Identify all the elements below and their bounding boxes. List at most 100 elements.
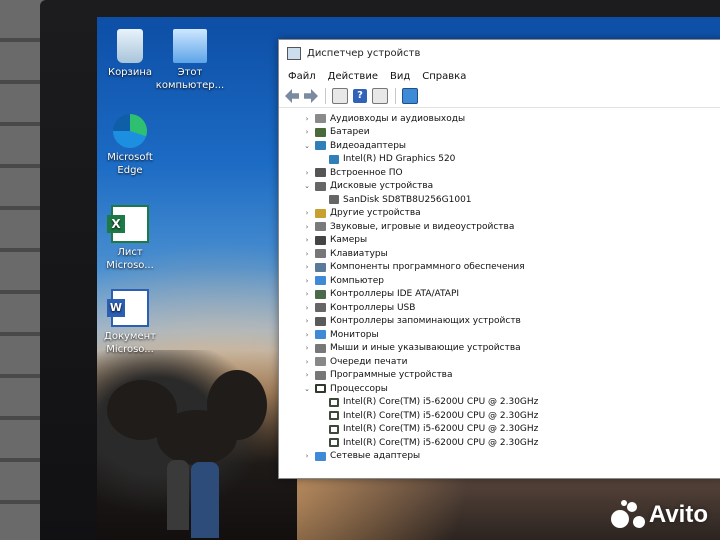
speaker-icon (315, 114, 326, 124)
menu-view[interactable]: Вид (390, 71, 410, 82)
desktop-icon-label: Лист (117, 247, 143, 258)
computer-icon (315, 276, 326, 286)
chevron-right-icon[interactable]: › (303, 290, 311, 298)
device-category[interactable]: › Мыши и иные указывающие устройства (279, 342, 720, 356)
device-label: Другие устройства (330, 208, 421, 219)
device-category[interactable]: › Батареи (279, 126, 720, 140)
menu-help[interactable]: Справка (422, 71, 466, 82)
desktop-icon-word-doc[interactable]: Документ Microso... (97, 289, 168, 356)
device-label: Клавиатуры (330, 248, 388, 259)
device-category[interactable]: › Другие устройства (279, 207, 720, 221)
chevron-right-icon[interactable]: › (303, 452, 311, 460)
mouse-icon (315, 343, 326, 353)
chevron-down-icon[interactable]: ⌄ (303, 142, 311, 150)
chevron-right-icon[interactable]: › (303, 223, 311, 231)
properties-icon[interactable] (332, 88, 348, 104)
chevron-right-icon[interactable]: › (303, 277, 311, 285)
device-label: Очереди печати (330, 356, 408, 367)
software-device-icon (315, 370, 326, 380)
device-label: SanDisk SD8TB8U256G1001 (343, 194, 472, 205)
device-item[interactable]: Intel(R) Core(TM) i5-6200U CPU @ 2.30GHz (279, 396, 720, 410)
device-category[interactable]: › Очереди печати (279, 355, 720, 369)
device-category[interactable]: › Клавиатуры (279, 247, 720, 261)
device-item[interactable]: Intel(R) Core(TM) i5-6200U CPU @ 2.30GHz (279, 436, 720, 450)
device-item[interactable]: Intel(R) Core(TM) i5-6200U CPU @ 2.30GHz (279, 409, 720, 423)
chevron-right-icon[interactable]: › (303, 344, 311, 352)
disk-icon (315, 181, 326, 191)
chevron-right-icon[interactable]: › (303, 304, 311, 312)
device-category[interactable]: › Звуковые, игровые и видеоустройства (279, 220, 720, 234)
network-adapter-icon (315, 451, 326, 461)
chevron-right-icon[interactable]: › (303, 209, 311, 217)
device-category[interactable]: ⌄ Процессоры (279, 382, 720, 396)
desktop-icon-edge[interactable]: Microsoft Edge (97, 114, 168, 177)
device-label: Компьютер (330, 275, 384, 286)
device-item[interactable]: SanDisk SD8TB8U256G1001 (279, 193, 720, 207)
device-category[interactable]: › Компьютер (279, 274, 720, 288)
device-label: Видеоадаптеры (330, 140, 407, 151)
device-manager-window[interactable]: Диспетчер устройств Файл Действие Вид Сп… (278, 39, 720, 479)
device-category[interactable]: › Контроллеры IDE ATA/ATAPI (279, 288, 720, 302)
device-label: Intel(R) Core(TM) i5-6200U CPU @ 2.30GHz (343, 410, 539, 421)
chevron-right-icon[interactable]: › (303, 128, 311, 136)
back-arrow-icon[interactable] (285, 89, 299, 103)
word-file-icon (107, 289, 149, 327)
device-category[interactable]: › Контроллеры USB (279, 301, 720, 315)
chevron-right-icon[interactable]: › (303, 317, 311, 325)
title-bar[interactable]: Диспетчер устройств (279, 40, 720, 67)
chevron-right-icon[interactable]: › (303, 169, 311, 177)
scan-monitor-icon[interactable] (402, 88, 418, 104)
chevron-right-icon[interactable]: › (303, 236, 311, 244)
device-category[interactable]: › Мониторы (279, 328, 720, 342)
chevron-right-icon[interactable]: › (303, 331, 311, 339)
device-label: Intel(R) Core(TM) i5-6200U CPU @ 2.30GHz (343, 424, 539, 435)
desktop-icon-label: Этот (177, 67, 203, 78)
window-title: Диспетчер устройств (307, 48, 421, 59)
software-component-icon (315, 262, 326, 272)
device-category[interactable]: › Компоненты программного обеспечения (279, 261, 720, 275)
storage-controller-icon (315, 316, 326, 326)
device-label: Камеры (330, 235, 368, 246)
chevron-right-icon[interactable]: › (303, 263, 311, 271)
device-category[interactable]: ⌄ Дисковые устройства (279, 180, 720, 194)
desktop-icon-label: Документ (104, 331, 156, 342)
device-category[interactable]: ⌄ Видеоадаптеры (279, 139, 720, 153)
camera-icon (315, 235, 326, 245)
usb-icon (315, 303, 326, 313)
excel-file-icon (107, 205, 149, 243)
device-label: Контроллеры IDE ATA/ATAPI (330, 289, 460, 300)
device-label: Звуковые, игровые и видеоустройства (330, 221, 515, 232)
chevron-down-icon[interactable]: ⌄ (303, 182, 311, 190)
processor-icon (329, 397, 339, 407)
device-category[interactable]: › Контроллеры запоминающих устройств (279, 315, 720, 329)
device-category[interactable]: › Сетевые адаптеры (279, 450, 720, 464)
processor-icon (315, 384, 326, 394)
device-label: Контроллеры запоминающих устройств (330, 316, 521, 327)
menu-bar: Файл Действие Вид Справка (279, 67, 720, 85)
chevron-right-icon[interactable]: › (303, 358, 311, 366)
help-icon[interactable]: ? (353, 89, 367, 103)
device-category[interactable]: › Программные устройства (279, 369, 720, 383)
forward-arrow-icon[interactable] (304, 89, 318, 103)
menu-file[interactable]: Файл (288, 71, 316, 82)
device-item[interactable]: Intel(R) HD Graphics 520 (279, 153, 720, 167)
edge-icon (113, 114, 147, 148)
desktop-icon-this-pc[interactable]: Этот компьютер... (152, 29, 228, 92)
toolbar: ? (279, 85, 720, 108)
disk-icon (329, 195, 339, 205)
chevron-right-icon[interactable]: › (303, 115, 311, 123)
chevron-right-icon[interactable]: › (303, 371, 311, 379)
desktop-icon-excel-sheet[interactable]: Лист Microso... (97, 205, 168, 272)
device-manager-icon (287, 47, 301, 60)
desktop-icon-label: Microso... (106, 260, 154, 271)
monitor-icon (315, 330, 326, 340)
device-category[interactable]: › Камеры (279, 234, 720, 248)
chevron-right-icon[interactable]: › (303, 250, 311, 258)
menu-action[interactable]: Действие (328, 71, 378, 82)
chevron-down-icon[interactable]: ⌄ (303, 385, 311, 393)
device-category[interactable]: › Аудиовходы и аудиовыходы (279, 112, 720, 126)
device-item[interactable]: Intel(R) Core(TM) i5-6200U CPU @ 2.30GHz (279, 423, 720, 437)
view-icon[interactable] (372, 88, 388, 104)
device-category[interactable]: › Встроенное ПО (279, 166, 720, 180)
device-label: Мыши и иные указывающие устройства (330, 343, 521, 354)
